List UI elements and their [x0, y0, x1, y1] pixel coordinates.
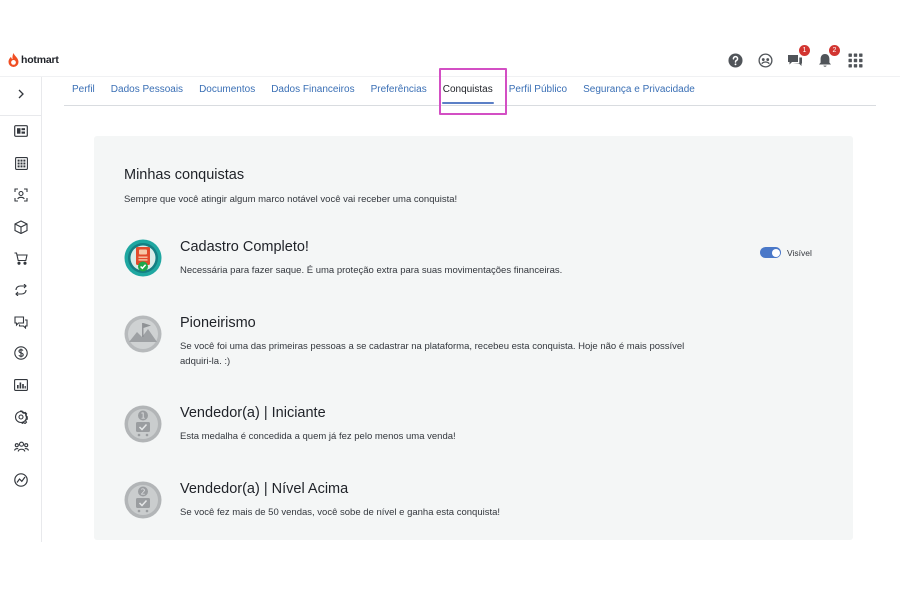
tab-conquistas[interactable]: Conquistas [435, 80, 501, 105]
visibility-control: Visível [760, 247, 812, 258]
achievement-title: Vendedor(a) | Nível Acima [180, 481, 349, 497]
tab-dados-pessoais[interactable]: Dados Pessoais [103, 80, 191, 105]
apps-grid-icon[interactable] [846, 50, 864, 70]
analytics-icon[interactable] [11, 470, 31, 490]
achievements-title: Minhas conquistas [124, 167, 245, 183]
community-icon[interactable] [756, 50, 774, 70]
dollar-icon[interactable] [11, 343, 31, 363]
affiliate-icon[interactable] [11, 185, 31, 205]
sidebar [0, 77, 42, 542]
achievements-card: Minhas conquistas Sempre que você atingi… [94, 136, 853, 540]
achievements-subtitle: Sempre que você atingir algum marco notá… [124, 194, 458, 205]
achievement-title: Cadastro Completo! [180, 239, 309, 255]
tab-dados-financeiros[interactable]: Dados Financeiros [263, 80, 362, 105]
achievement-title: Pioneirismo [180, 315, 256, 331]
visibility-toggle[interactable] [760, 247, 781, 258]
header-divider [0, 76, 900, 77]
tab-seguranca-privacidade[interactable]: Segurança e Privacidade [575, 80, 703, 105]
tab-documentos[interactable]: Documentos [191, 80, 263, 105]
products-grid-icon[interactable] [11, 153, 31, 173]
document-check-medal-icon [124, 239, 162, 277]
tab-perfil-publico[interactable]: Perfil Público [501, 80, 575, 105]
help-icon[interactable] [726, 50, 744, 70]
cart-icon[interactable] [11, 248, 31, 268]
bell-icon[interactable]: 2 [816, 45, 840, 70]
chat-bubbles-icon[interactable] [11, 312, 31, 332]
gear-icon[interactable] [11, 407, 31, 427]
sidebar-divider [0, 115, 41, 116]
notification-badge: 2 [829, 45, 840, 56]
tab-perfil[interactable]: Perfil [64, 80, 103, 105]
level-2-medal-icon: 2 [124, 481, 162, 519]
sync-icon[interactable] [11, 280, 31, 300]
svg-text:1: 1 [140, 411, 145, 420]
users-icon[interactable] [11, 437, 31, 457]
achievement-description: Necessária para fazer saque. É uma prote… [180, 265, 563, 276]
chevron-right-icon[interactable] [12, 85, 30, 103]
level-1-medal-icon: 1 [124, 405, 162, 443]
dashboard-icon[interactable] [11, 121, 31, 141]
hotmart-logo[interactable]: hotmart [8, 51, 59, 69]
profile-tabs: Perfil Dados Pessoais Documentos Dados F… [64, 80, 876, 106]
flag-medal-icon [124, 315, 162, 353]
bar-chart-icon[interactable] [11, 375, 31, 395]
box-icon[interactable] [11, 217, 31, 237]
tab-preferencias[interactable]: Preferências [363, 80, 435, 105]
achievement-description: Esta medalha é concedida a quem já fez p… [180, 431, 456, 442]
chat-icon[interactable]: 1 [786, 45, 810, 70]
brand-name: hotmart [21, 54, 59, 66]
achievement-description: Se você fez mais de 50 vendas, você sobe… [180, 507, 501, 518]
header-actions: 1 2 [726, 45, 864, 70]
achievement-title: Vendedor(a) | Iniciante [180, 405, 326, 421]
visibility-label: Visível [787, 247, 812, 258]
chat-badge: 1 [799, 45, 810, 56]
svg-text:2: 2 [140, 487, 145, 496]
flame-icon [8, 53, 19, 67]
achievement-description: Se você foi uma das primeiras pessoas a … [180, 341, 685, 367]
